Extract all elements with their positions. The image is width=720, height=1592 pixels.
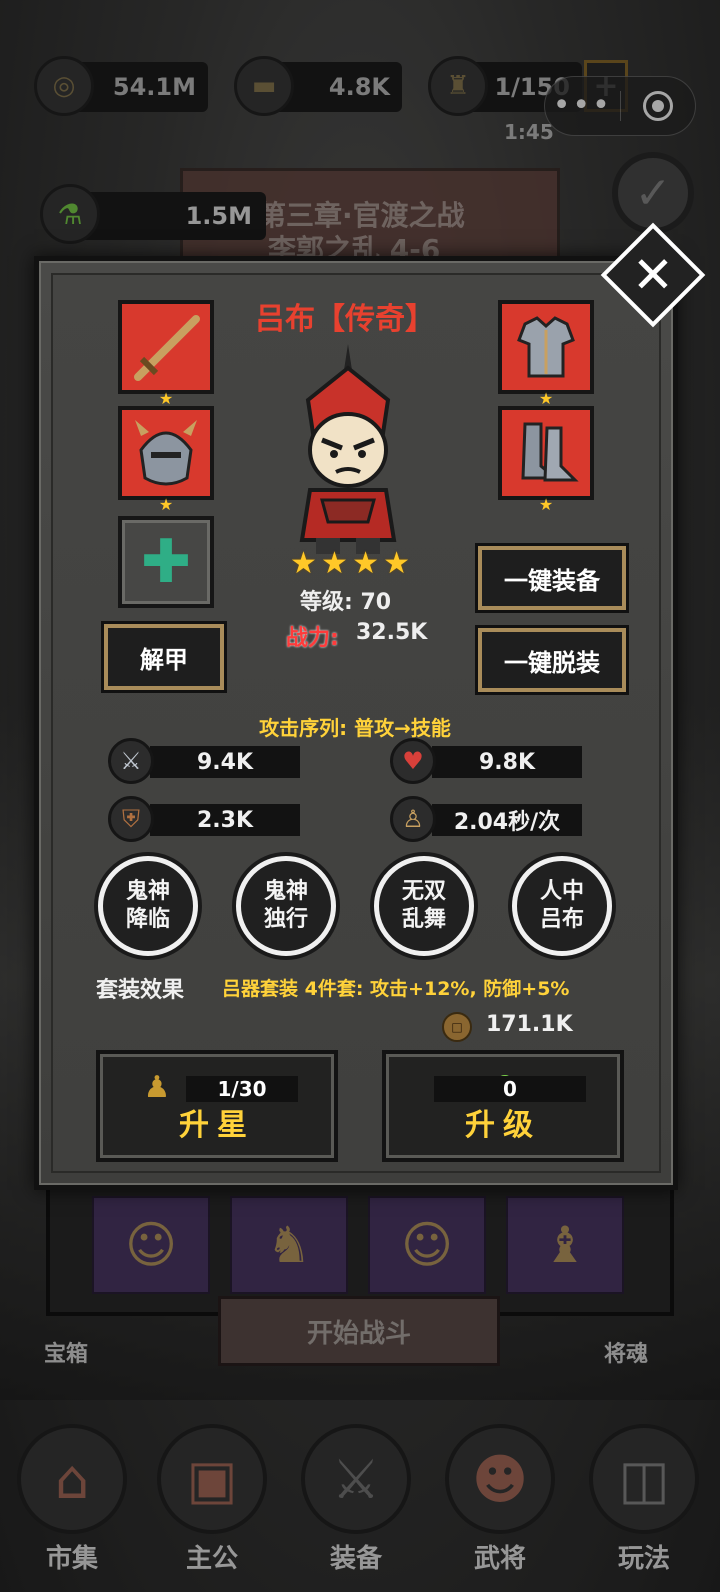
star-up-label: 升星 xyxy=(179,1108,255,1143)
attack-stat: 9.4K xyxy=(150,746,300,778)
equip-all-button[interactable]: 一键装备 xyxy=(478,546,626,610)
skill-4-line1: 人中 xyxy=(539,879,584,904)
skill-1[interactable]: 鬼神 降临 xyxy=(98,856,198,956)
skill-2-line1: 鬼神 xyxy=(263,879,308,904)
skill-1-line1: 鬼神 xyxy=(125,879,170,904)
boots-star: ★ xyxy=(538,495,554,514)
attack-sequence: 攻击序列: 普攻→技能 xyxy=(259,716,451,740)
shield-icon: ⛨ xyxy=(108,796,154,842)
skill-2-line2: 独行 xyxy=(263,907,308,932)
armor-slot[interactable]: ★ xyxy=(498,300,594,408)
hp-stat: 9.8K xyxy=(432,746,582,778)
helmet-slot[interactable]: ★ xyxy=(118,406,214,514)
level-up-label: 升级 xyxy=(465,1108,541,1143)
star-icon: ★ xyxy=(352,546,379,581)
star-icon: ★ xyxy=(321,546,348,581)
helmet-star: ★ xyxy=(158,495,174,514)
armor-icon xyxy=(517,316,575,378)
boots-icon xyxy=(521,422,579,482)
skill-3-line2: 乱舞 xyxy=(401,907,446,932)
skill-2[interactable]: 鬼神 独行 xyxy=(236,856,336,956)
hero-portrait xyxy=(299,344,397,554)
boots-slot[interactable]: ★ xyxy=(498,406,594,514)
skill-4-line2: 吕布 xyxy=(539,907,584,932)
boot-speed-icon: ♙ xyxy=(390,796,436,842)
sword-icon xyxy=(134,315,200,381)
hero-stars: ★ ★ ★ ★ xyxy=(290,546,410,581)
level-up-button[interactable]: ⚗ 0 升级 xyxy=(382,1050,624,1162)
power-value: 32.5K xyxy=(356,620,428,645)
skill-4[interactable]: 人中 吕布 xyxy=(512,856,612,956)
heart-icon: ♥ xyxy=(390,738,436,784)
weapon-slot[interactable]: ★ xyxy=(118,300,214,408)
defense-stat: 2.3K xyxy=(150,804,300,836)
skill-3[interactable]: 无双 乱舞 xyxy=(374,856,474,956)
star-icon: ★ xyxy=(290,546,317,581)
speed-stat: 2.04秒/次 xyxy=(432,804,582,836)
set-effect-text: 吕器套装 4件套: 攻击+12%, 防御+5% xyxy=(222,978,570,1000)
skill-3-line1: 无双 xyxy=(401,879,446,904)
set-effect-label: 套装效果 xyxy=(96,978,185,1003)
skill-1-line2: 降临 xyxy=(125,907,170,932)
star-up-button[interactable]: ♟ 1/30 升星 xyxy=(96,1050,338,1162)
add-equipment-slot[interactable]: ✚ xyxy=(118,516,214,608)
upgrade-cost: 171.1K xyxy=(486,1012,573,1037)
power-label: 战力: xyxy=(286,626,339,651)
helmet-icon xyxy=(135,420,197,486)
sword-stat-icon: ⚔ xyxy=(108,738,154,784)
remove-all-button[interactable]: 一键脱装 xyxy=(478,628,626,692)
level-up-count: 0 xyxy=(434,1076,586,1102)
coin-icon: □ xyxy=(442,1012,472,1042)
star-icon: ★ xyxy=(383,546,410,581)
unequip-button[interactable]: 解甲 xyxy=(104,624,224,690)
hero-level: 等级: 70 xyxy=(300,590,392,615)
plus-icon: ✚ xyxy=(140,527,192,597)
star-up-progress: 1/30 xyxy=(186,1076,298,1102)
